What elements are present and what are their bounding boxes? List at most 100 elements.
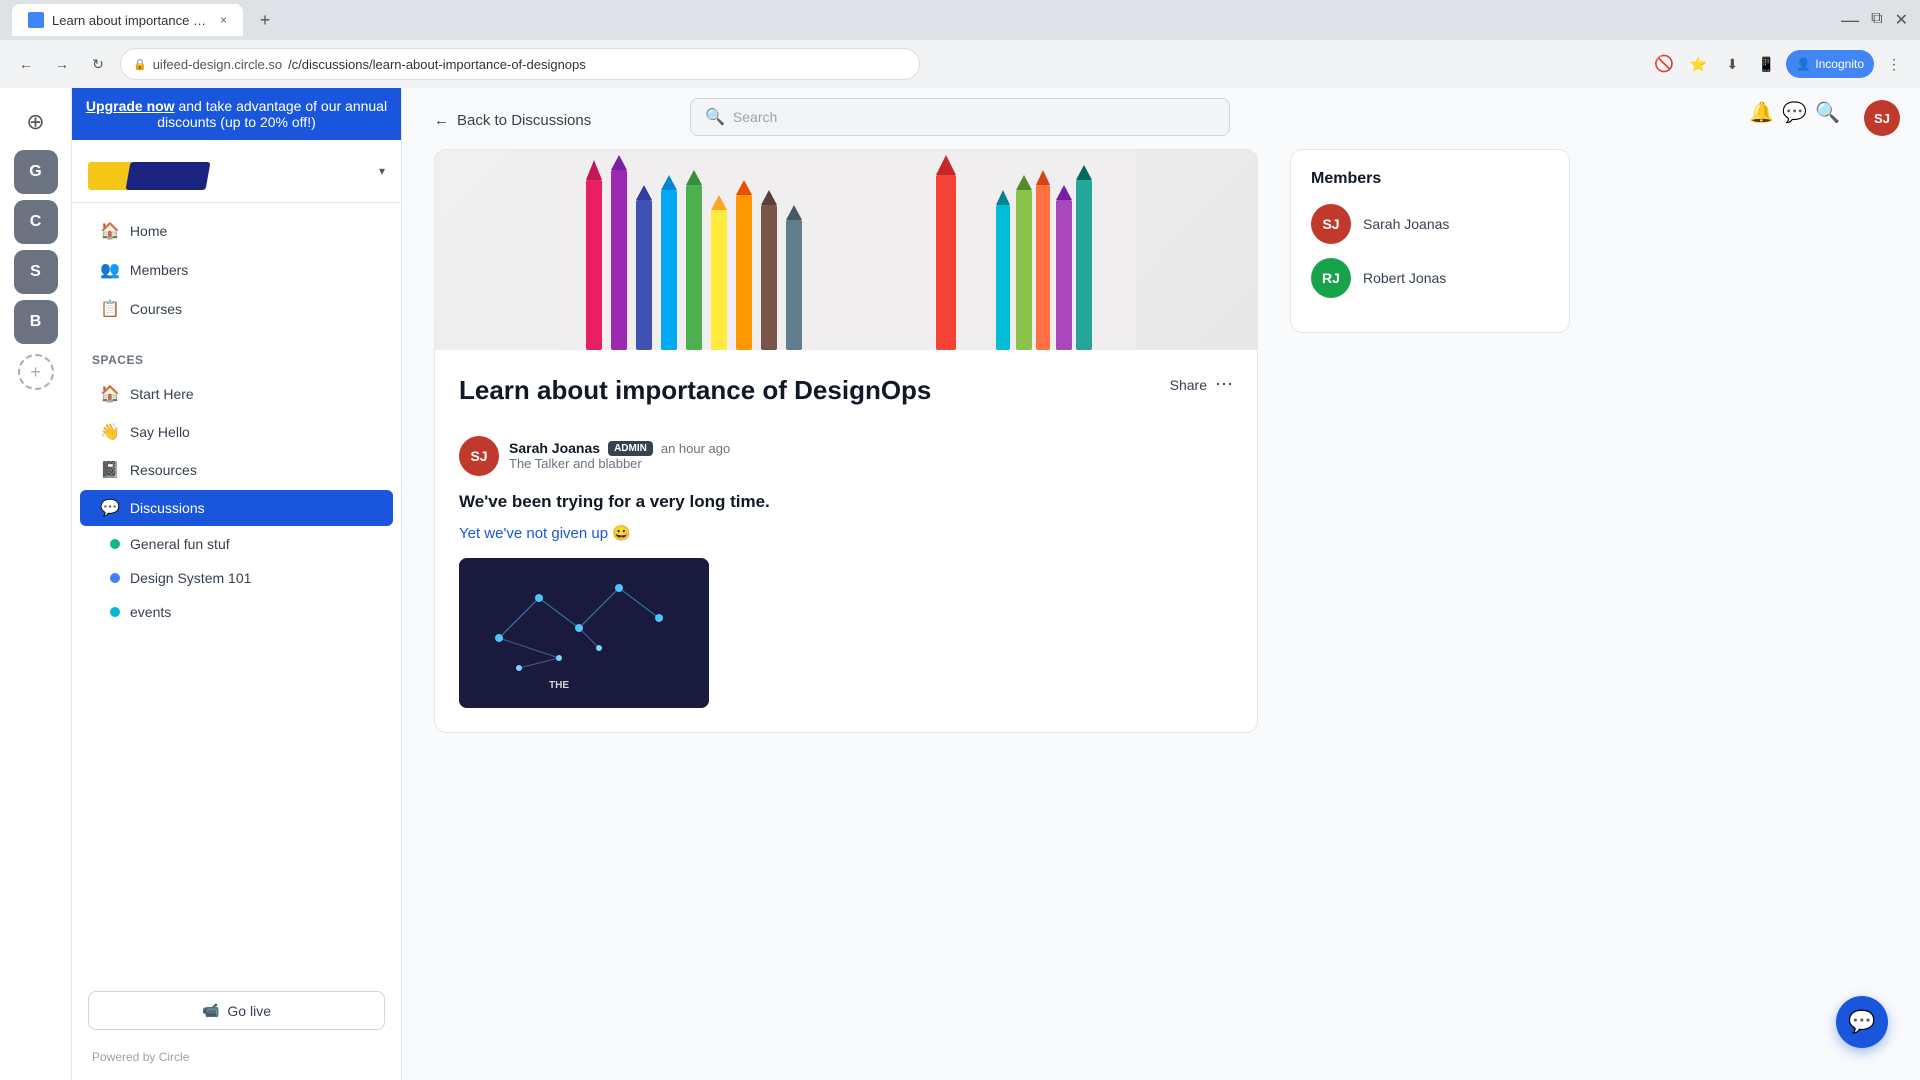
new-tab-button[interactable]: + <box>251 6 279 34</box>
members-title: Members <box>1311 170 1549 188</box>
browser-frame: Learn about importance of Desig... × + —… <box>0 0 1920 88</box>
sidebar-item-courses[interactable]: 📋 Courses <box>80 290 393 328</box>
author-avatar: SJ <box>459 436 499 476</box>
subspace-general[interactable]: General fun stuf <box>80 528 393 560</box>
camera-off-icon[interactable]: 🚫 <box>1650 50 1678 78</box>
sidebar-item-resources[interactable]: 📓 Resources <box>80 452 393 488</box>
add-workspace-button[interactable]: + <box>18 354 54 390</box>
back-button[interactable]: ← <box>12 50 40 78</box>
sidebar-item-say-hello-label: Say Hello <box>130 424 190 440</box>
chat-fab-button[interactable]: 💬 <box>1836 996 1888 1048</box>
resources-icon: 📓 <box>100 460 120 480</box>
author-info: Sarah Joanas ADMIN an hour ago The Talke… <box>509 440 730 471</box>
member-name-sarah: Sarah Joanas <box>1363 216 1449 232</box>
member-item-robert: RJ Robert Jonas <box>1311 258 1549 298</box>
discussion-main: Learn about importance of DesignOps Shar… <box>434 149 1258 733</box>
bookmark-icon[interactable]: ⭐ <box>1684 50 1712 78</box>
forward-button[interactable]: → <box>48 50 76 78</box>
post-link[interactable]: Yet we've not given up 😀 <box>459 524 1233 542</box>
chevron-down-icon[interactable]: ▾ <box>379 164 385 178</box>
sidebar-item-resources-label: Resources <box>130 462 197 478</box>
device-icon[interactable]: 📱 <box>1752 50 1780 78</box>
address-bar[interactable]: 🔒 uifeed-design.circle.so /c/discussions… <box>120 48 920 80</box>
powered-by: Powered by Circle <box>72 1042 401 1080</box>
start-here-icon: 🏠 <box>100 384 120 404</box>
workspace-b[interactable]: B <box>14 300 58 344</box>
author-row: Sarah Joanas ADMIN an hour ago <box>509 440 730 456</box>
upgrade-banner: Upgrade now and take advantage of our an… <box>72 88 401 140</box>
workspace-c[interactable]: C <box>14 200 58 244</box>
sidebar-item-home[interactable]: 🏠 Home <box>80 212 393 250</box>
discussions-icon: 💬 <box>100 498 120 518</box>
arrow-left-icon: ← <box>434 112 449 129</box>
discussion-container: Learn about importance of DesignOps Shar… <box>434 149 1570 733</box>
logo-image <box>88 152 218 190</box>
browser-actions: 🚫 ⭐ ⬇ 📱 👤 Incognito ⋮ <box>1650 50 1908 78</box>
browser-tab[interactable]: Learn about importance of Desig... × <box>12 4 243 36</box>
sidebar-item-home-label: Home <box>130 223 167 239</box>
search-bar[interactable]: 🔍 Search <box>690 98 1230 136</box>
sidebar-item-members[interactable]: 👥 Members <box>80 251 393 289</box>
share-row: Share ⋯ <box>1170 374 1233 395</box>
workspace-s[interactable]: S <box>14 250 58 294</box>
sidebar-nav: 🏠 Home 👥 Members 📋 Courses <box>72 203 401 337</box>
more-options-button[interactable]: ⋮ <box>1880 50 1908 78</box>
incognito-button[interactable]: 👤 Incognito <box>1786 50 1874 78</box>
sidebar-item-discussions[interactable]: 💬 Discussions <box>80 490 393 526</box>
sidebar-item-discussions-label: Discussions <box>130 500 205 516</box>
main-content: ← Back to Discussions <box>402 88 1920 1080</box>
video-icon: 📹 <box>202 1002 219 1019</box>
home-icon: 🏠 <box>100 221 120 241</box>
user-avatar-button[interactable]: SJ <box>1864 100 1900 136</box>
window-minimize-button[interactable]: — <box>1841 10 1859 31</box>
refresh-button[interactable]: ↻ <box>84 50 112 78</box>
author-title: The Talker and blabber <box>509 456 730 471</box>
workspace-g[interactable]: G <box>14 150 58 194</box>
upgrade-link[interactable]: Upgrade now <box>86 98 175 114</box>
app-container: ⊕ G C S B + Upgrade now and take advanta… <box>0 88 1920 1080</box>
main-inner: ← Back to Discussions <box>402 88 1602 757</box>
discussion-card: Learn about importance of DesignOps Shar… <box>434 149 1258 733</box>
user-icon: 👤 <box>1796 57 1811 71</box>
download-icon[interactable]: ⬇ <box>1718 50 1746 78</box>
spaces-header: Spaces <box>72 345 401 375</box>
back-label: Back to Discussions <box>457 112 591 129</box>
sidebar: Upgrade now and take advantage of our an… <box>72 88 402 1080</box>
browser-titlebar: Learn about importance of Desig... × + —… <box>0 0 1920 40</box>
discussion-header-image <box>435 150 1257 350</box>
go-live-label: Go live <box>227 1003 271 1019</box>
post-title: Learn about importance of DesignOps <box>459 374 931 408</box>
icon-rail: ⊕ G C S B + <box>0 88 72 1080</box>
subspace-events[interactable]: events <box>80 596 393 628</box>
subspace-events-label: events <box>130 604 171 620</box>
sidebar-item-start-here[interactable]: 🏠 Start Here <box>80 376 393 412</box>
go-live-button[interactable]: 📹 Go live <box>88 991 385 1030</box>
data-visualization: THE <box>459 558 709 708</box>
share-button[interactable]: Share <box>1170 377 1207 393</box>
tab-title: Learn about importance of Desig... <box>52 13 212 28</box>
close-tab-button[interactable]: × <box>220 13 227 27</box>
svg-text:THE: THE <box>549 680 569 691</box>
globe-icon[interactable]: ⊕ <box>14 100 58 144</box>
members-icon: 👥 <box>100 260 120 280</box>
subspace-general-label: General fun stuf <box>130 536 230 552</box>
members-card: Members SJ Sarah Joanas RJ Robert Jonas <box>1290 149 1570 333</box>
incognito-label: Incognito <box>1815 57 1864 71</box>
sidebar-item-say-hello[interactable]: 👋 Say Hello <box>80 414 393 450</box>
notification-bell-icon[interactable]: 🔔 <box>1749 100 1774 125</box>
more-options-button[interactable]: ⋯ <box>1215 374 1233 395</box>
window-restore-button[interactable]: ⧉ <box>1871 10 1882 31</box>
author-name: Sarah Joanas <box>509 440 600 456</box>
sidebar-item-members-label: Members <box>130 262 188 278</box>
sidebar-logo <box>88 152 218 190</box>
subspace-design-system[interactable]: Design System 101 <box>80 562 393 594</box>
window-close-button[interactable]: ✕ <box>1895 10 1908 31</box>
sidebar-header: ▾ <box>72 140 401 203</box>
search-circle-icon[interactable]: 🔍 <box>1815 100 1840 125</box>
chat-bubble-icon[interactable]: 💬 <box>1782 100 1807 125</box>
upgrade-message: and take advantage of our annual discoun… <box>157 98 387 130</box>
member-item-sarah: SJ Sarah Joanas <box>1311 204 1549 244</box>
card-body: Learn about importance of DesignOps Shar… <box>435 350 1257 732</box>
post-meta: SJ Sarah Joanas ADMIN an hour ago The Ta… <box>459 436 1233 476</box>
members-sidebar: Members SJ Sarah Joanas RJ Robert Jonas <box>1290 149 1570 733</box>
